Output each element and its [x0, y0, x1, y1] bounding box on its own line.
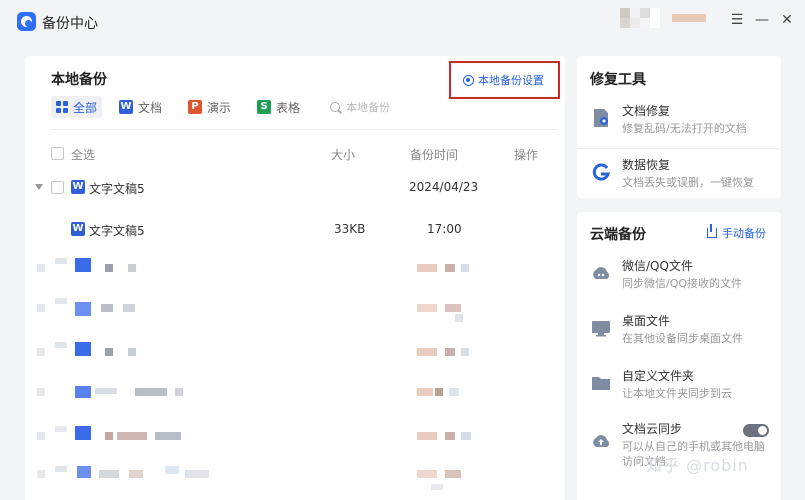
- tool-desc: 同步微信/QQ接收的文件: [622, 277, 743, 290]
- avatar[interactable]: [620, 8, 660, 28]
- column-size: 大小: [331, 148, 356, 162]
- user-name-redacted: [672, 14, 706, 22]
- tool-name: 微信/QQ文件: [622, 259, 693, 273]
- app-logo-icon: [17, 12, 36, 31]
- filter-docs[interactable]: W 文档: [114, 96, 167, 118]
- folder-icon: [592, 377, 610, 390]
- doc-cloud-sync-toggle[interactable]: [743, 424, 769, 437]
- local-backup-title: 本地备份: [51, 72, 107, 88]
- filter-sheets[interactable]: S 表格: [252, 96, 305, 118]
- file-size: 33KB: [334, 222, 366, 236]
- tool-desc: 让本地文件夹同步到云: [622, 387, 732, 400]
- filter-slides-label: 演示: [207, 100, 232, 115]
- search-icon: [330, 102, 341, 112]
- repair-tools-title: 修复工具: [590, 72, 646, 88]
- minimize-icon[interactable]: —: [754, 12, 770, 28]
- menu-icon[interactable]: ☰: [729, 12, 745, 28]
- filter-docs-label: 文档: [138, 100, 163, 115]
- cloud-upload-icon: [593, 435, 610, 447]
- gear-icon: [463, 74, 474, 86]
- app-title: 备份中心: [42, 16, 98, 32]
- divider: [577, 148, 781, 149]
- file-name: 文字文稿5: [89, 182, 145, 196]
- manual-backup-button[interactable]: 手动备份: [707, 224, 766, 241]
- manual-backup-label: 手动备份: [722, 227, 766, 240]
- filter-all-label: 全部: [73, 100, 98, 115]
- divider: [51, 129, 557, 130]
- local-backup-panel: 本地备份 本地备份设置 全部 W 文档 P 演示 S 表格 本地备份 全选 大小: [25, 56, 565, 500]
- word-icon: W: [119, 100, 134, 114]
- tool-desc: 在其他设备同步桌面文件: [622, 332, 743, 345]
- row-checkbox[interactable]: [51, 181, 64, 194]
- tool-name: 数据恢复: [622, 158, 671, 172]
- filter-slides[interactable]: P 演示: [183, 96, 236, 118]
- filter-sheets-label: 表格: [276, 100, 301, 115]
- search-placeholder: 本地备份: [346, 101, 391, 114]
- document-repair-item[interactable]: 文档修复 修复乱码/无法打开的文档: [591, 102, 777, 142]
- document-repair-icon: [594, 109, 608, 127]
- backup-file-row[interactable]: W 文字文稿5 33KB 17:00: [25, 217, 565, 241]
- tool-desc: 文档丢失或误删，一键恢复: [622, 176, 754, 189]
- search-input[interactable]: 本地备份: [325, 96, 395, 118]
- spreadsheet-icon: S: [257, 100, 272, 114]
- word-doc-icon: W: [71, 222, 85, 236]
- backup-date: 2024/04/23: [409, 180, 479, 194]
- desktop-files-item[interactable]: 桌面文件 在其他设备同步桌面文件: [591, 312, 777, 352]
- backup-time: 17:00: [427, 222, 462, 236]
- upload-icon: [707, 224, 717, 238]
- file-name: 文字文稿5: [89, 224, 145, 238]
- word-doc-icon: W: [71, 180, 85, 194]
- cloud-backup-title: 云端备份: [590, 227, 646, 243]
- close-icon[interactable]: ✕: [779, 12, 795, 28]
- select-all-checkbox[interactable]: [51, 147, 64, 160]
- cloud-chat-icon: [593, 267, 610, 279]
- data-recovery-item[interactable]: 数据恢复 文档丢失或误删，一键恢复: [591, 156, 777, 196]
- tool-desc: 修复乱码/无法打开的文档: [622, 122, 747, 135]
- desktop-icon: [592, 321, 610, 337]
- tool-name: 桌面文件: [622, 314, 671, 328]
- select-all-label: 全选: [71, 148, 96, 162]
- title-bar: 备份中心 ☰ — ✕: [0, 0, 805, 44]
- tool-name: 文档云同步: [622, 422, 683, 436]
- local-backup-settings-label: 本地备份设置: [478, 74, 544, 87]
- tool-name: 自定义文件夹: [622, 369, 695, 383]
- data-recovery-icon: [592, 163, 611, 181]
- repair-tools-card: 修复工具 文档修复 修复乱码/无法打开的文档 数据恢复 文档丢失或误删，一键恢复: [577, 56, 781, 198]
- table-header: 全选 大小 备份时间 操作: [25, 144, 565, 164]
- filter-bar: 全部 W 文档 P 演示 S 表格 本地备份: [51, 96, 411, 118]
- caret-down-icon[interactable]: [35, 184, 43, 190]
- filter-all[interactable]: 全部: [51, 96, 103, 118]
- wechat-qq-files-item[interactable]: 微信/QQ文件 同步微信/QQ接收的文件: [591, 257, 777, 297]
- local-backup-settings-button[interactable]: 本地备份设置: [449, 61, 560, 99]
- column-time: 备份时间: [410, 148, 459, 162]
- watermark: 知乎 @robin: [646, 456, 749, 475]
- grid-icon: [56, 101, 68, 113]
- backup-group-row[interactable]: W 文字文稿5 2024/04/23: [25, 176, 565, 200]
- presentation-icon: P: [188, 100, 203, 114]
- tool-name: 文档修复: [622, 104, 671, 118]
- column-action: 操作: [514, 148, 539, 162]
- custom-folder-item[interactable]: 自定义文件夹 让本地文件夹同步到云: [591, 367, 777, 407]
